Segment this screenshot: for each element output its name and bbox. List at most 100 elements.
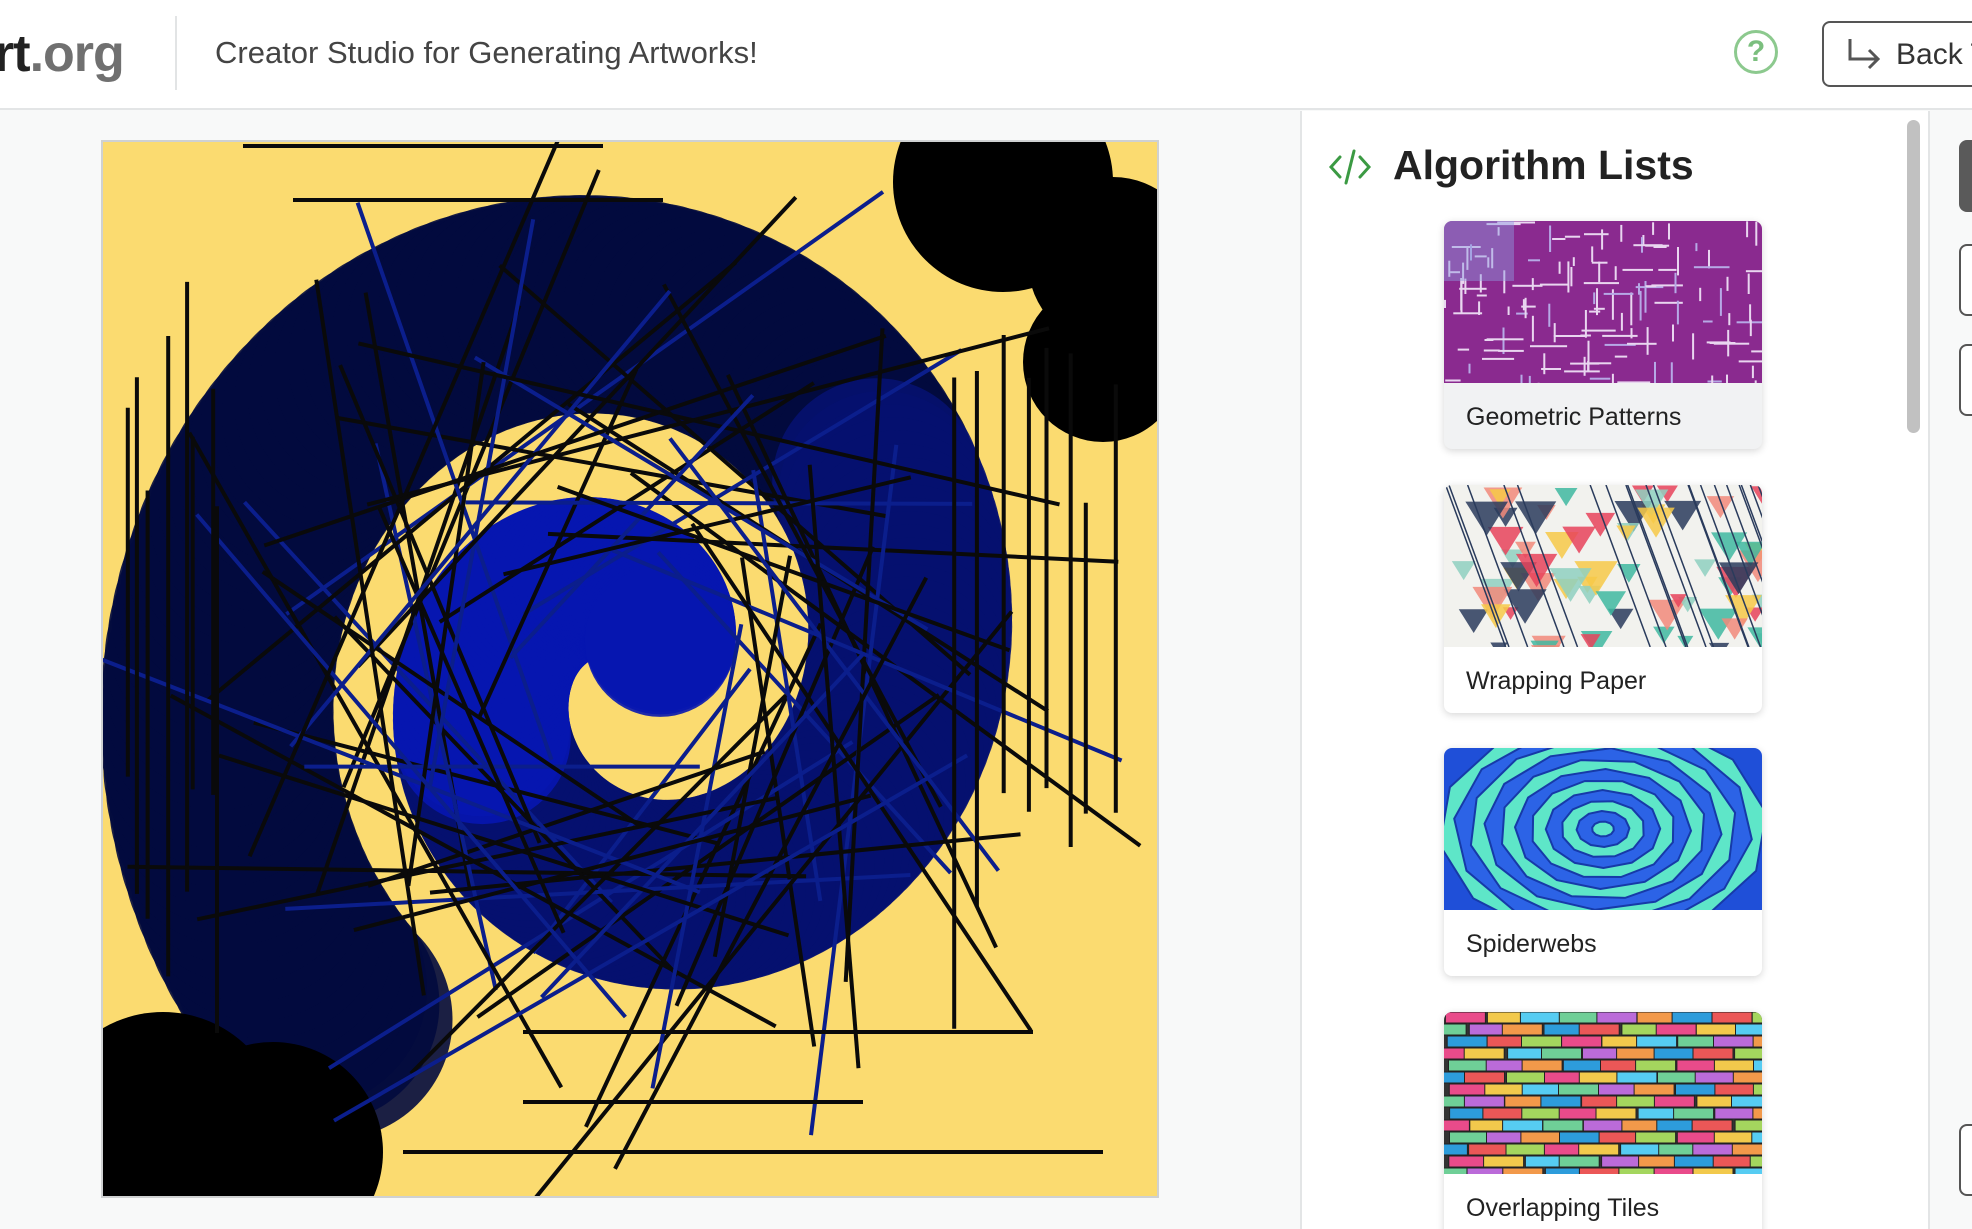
thumb-mark (1572, 257, 1575, 266)
thumb-mark (1747, 273, 1750, 294)
thumb-mark (1670, 362, 1673, 383)
help-button[interactable]: ? (1734, 30, 1778, 74)
thumb-mark (1591, 261, 1608, 264)
thumb-mark (1635, 1131, 1677, 1144)
back-button[interactable]: Back T (1822, 21, 1972, 87)
thumb-mark (1595, 1107, 1637, 1120)
edge-tool-button[interactable] (1959, 1124, 1972, 1196)
panel-scrollbar[interactable] (1907, 120, 1920, 433)
thumb-mark (1752, 1107, 1762, 1120)
thumb-mark (1448, 1083, 1490, 1096)
overlapping-tiles-thumbnail (1444, 1012, 1762, 1174)
thumb-mark (1711, 1012, 1753, 1024)
artwork-canvas[interactable] (101, 140, 1159, 1198)
thumb-mark (1614, 266, 1617, 280)
thumb-mark (1564, 235, 1581, 238)
algorithm-card-wrapping-paper[interactable]: Wrapping Paper (1444, 485, 1762, 713)
thumb-mark (1558, 261, 1561, 274)
thumb-mark (1738, 360, 1762, 363)
edge-tool-button[interactable] (1959, 344, 1972, 416)
thumb-mark (1464, 1071, 1505, 1084)
thumb-mark (1749, 304, 1752, 322)
thumb-mark (1583, 282, 1619, 285)
thumb-mark (1540, 1095, 1582, 1108)
thumb-mark (1559, 1131, 1600, 1144)
thumb-mark (1708, 249, 1710, 269)
thumb-mark (1498, 349, 1524, 352)
thumb-mark (1578, 1071, 1620, 1084)
thumb-mark (1564, 370, 1600, 373)
thumb-mark (1539, 283, 1569, 286)
thumb-mark (1444, 1143, 1468, 1156)
algorithm-card-overlapping-tiles[interactable]: Overlapping Tiles (1444, 1012, 1762, 1229)
thumb-mark (1753, 1059, 1762, 1072)
thumb-mark (1616, 1071, 1658, 1084)
thumb-mark (1703, 320, 1713, 323)
logo-domain: .org (29, 25, 125, 83)
thumb-mark (1692, 1143, 1734, 1156)
thumb-mark (1671, 1012, 1713, 1024)
thumb-mark (1520, 374, 1523, 383)
thumb-mark (1591, 246, 1594, 263)
thumb-mark (1695, 1023, 1737, 1036)
thumb-mark (1732, 1071, 1762, 1084)
thumb-mark (1570, 362, 1600, 365)
thumb-mark (1714, 1107, 1756, 1120)
thumb-mark (1562, 1059, 1604, 1072)
thumb-mark (1561, 1035, 1603, 1048)
edge-tool-button-active[interactable] (1959, 140, 1972, 212)
thumb-mark (1553, 335, 1587, 337)
thumb-mark (1598, 1131, 1640, 1144)
algorithm-card-geometric-patterns[interactable]: Geometric Patterns (1444, 221, 1762, 449)
back-arrow-icon (1844, 35, 1884, 80)
thumb-mark (1502, 1167, 1544, 1174)
thumb-mark (1601, 1035, 1643, 1048)
algorithm-card-label: Geometric Patterns (1466, 403, 1682, 431)
algorithm-card-spiderwebs[interactable]: Spiderwebs (1444, 748, 1762, 976)
thumb-mark (1673, 1107, 1715, 1120)
thumb-mark (1528, 259, 1540, 262)
thumb-mark (1692, 1167, 1734, 1174)
site-logo[interactable]: rt.org (0, 24, 125, 84)
thumb-mark (1587, 361, 1590, 372)
thumb-mark (1754, 380, 1757, 383)
thumb-mark (1583, 356, 1586, 376)
thumb-mark (1627, 342, 1657, 345)
thumb-mark (1553, 323, 1556, 343)
thumb-mark (1531, 645, 1561, 647)
thumb-mark (1466, 1167, 1508, 1174)
thumb-mark (1694, 1071, 1736, 1084)
thumb-mark (1636, 1012, 1678, 1024)
thumb-mark (1712, 1155, 1754, 1168)
thumb-mark (1482, 1107, 1524, 1120)
thumb-mark (1444, 1047, 1467, 1060)
thumb-mark (1745, 270, 1762, 273)
thumb-mark (1521, 1107, 1563, 1120)
thumb-mark (1601, 229, 1604, 250)
thumb-mark (1548, 303, 1551, 327)
thumb-mark (1483, 349, 1500, 352)
thumb-mark (1542, 1119, 1584, 1132)
thumb-mark (1622, 268, 1653, 271)
spiderwebs-thumbnail (1444, 748, 1762, 910)
thumb-mark (1521, 1083, 1563, 1096)
thumb-mark (1460, 278, 1463, 311)
edge-tool-button[interactable] (1959, 244, 1972, 316)
thumb-mark (1751, 1012, 1762, 1024)
thumb-mark (1751, 365, 1754, 379)
thumb-mark (1677, 1035, 1719, 1048)
thumb-mark (1524, 297, 1527, 319)
thumb-mark (1448, 1155, 1490, 1168)
thumb-mark (1449, 1131, 1490, 1144)
thumb-mark (1616, 1047, 1658, 1060)
thumb-mark (1611, 373, 1614, 383)
thumb-mark (1672, 324, 1674, 342)
thumb-mark (1618, 1167, 1660, 1174)
wrapping-paper-thumbnail (1444, 485, 1762, 647)
thumb-mark (1519, 1012, 1561, 1024)
thumb-mark (1567, 261, 1570, 293)
thumb-mark (1653, 1167, 1695, 1174)
thumb-mark (1692, 1047, 1734, 1060)
thumb-mark (1713, 1059, 1755, 1072)
thumb-mark (1521, 1035, 1562, 1048)
